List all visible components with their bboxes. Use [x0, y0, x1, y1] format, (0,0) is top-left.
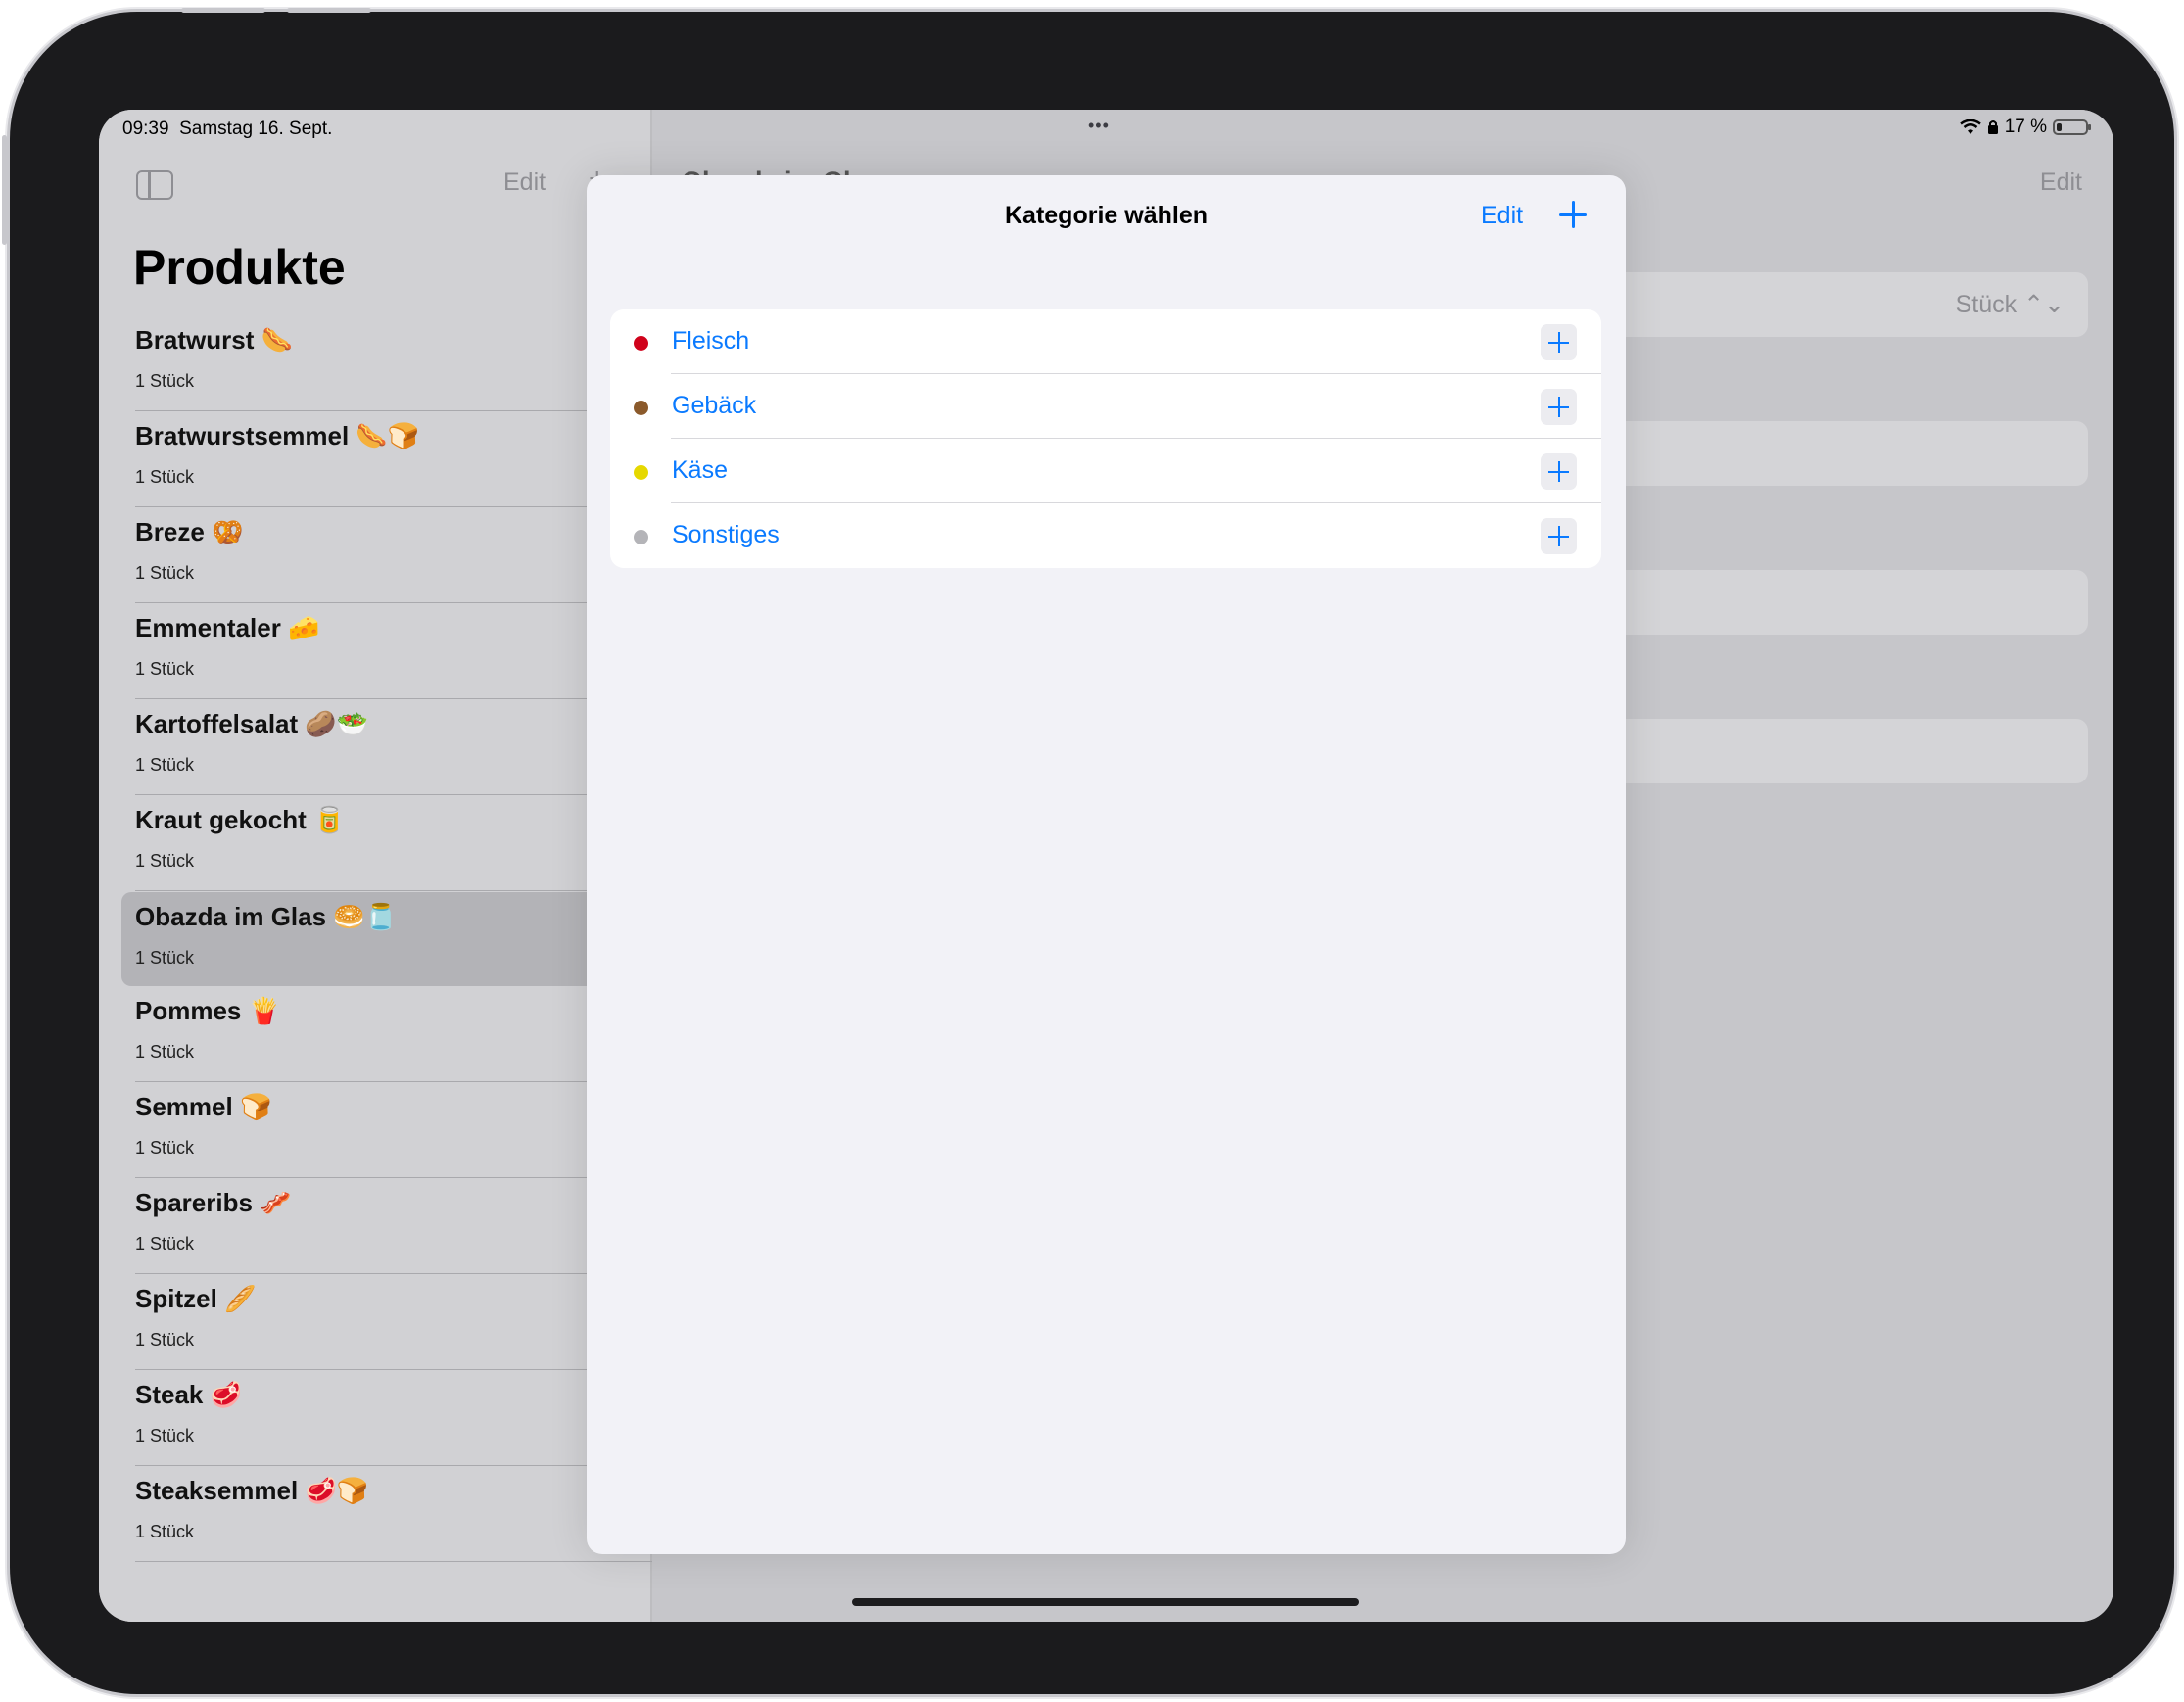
product-unit: 1 Stück [135, 1138, 195, 1158]
status-bar: 09:39 Samstag 16. Sept. ••• 17 % [99, 110, 2113, 149]
volume-down-button [287, 8, 371, 13]
ipad-device-frame: 09:39 Samstag 16. Sept. ••• 17 % Edit + … [10, 12, 2174, 1694]
status-date: Samstag 16. Sept. [179, 118, 333, 139]
battery-icon [2053, 119, 2091, 135]
product-unit: 1 Stück [135, 1042, 195, 1062]
category-row[interactable]: Sonstiges [610, 503, 1601, 568]
status-indicators: 17 % [1959, 117, 2091, 138]
product-name: Breze 🥨 [135, 517, 244, 546]
product-unit: 1 Stück [135, 755, 195, 775]
home-indicator[interactable] [852, 1598, 1359, 1606]
unit-picker-value: Stück ⌃⌄ [1955, 291, 2065, 318]
multitasking-dots-icon[interactable]: ••• [1088, 116, 1110, 136]
wifi-icon [1959, 119, 1981, 134]
product-name: Obazda im Glas 🥯🫙 [135, 902, 398, 931]
product-name: Semmel 🍞 [135, 1092, 272, 1121]
product-unit: 1 Stück [135, 371, 195, 391]
volume-up-button [181, 8, 265, 13]
category-label[interactable]: Sonstiges [672, 521, 780, 549]
screen: 09:39 Samstag 16. Sept. ••• 17 % Edit + … [99, 110, 2113, 1622]
category-label[interactable]: Gebäck [672, 392, 756, 420]
product-name: Bratwurst 🌭 [135, 325, 293, 355]
product-name: Kartoffelsalat 🥔🥗 [135, 709, 369, 738]
product-unit: 1 Stück [135, 467, 195, 487]
category-label[interactable]: Fleisch [672, 327, 749, 355]
product-name: Steaksemmel 🥩🍞 [135, 1476, 369, 1505]
category-color-dot [634, 401, 648, 415]
product-name: Spitzel 🥖 [135, 1284, 257, 1313]
product-name: Steak 🥩 [135, 1380, 242, 1409]
product-unit: 1 Stück [135, 1522, 195, 1541]
category-row[interactable]: Fleisch [610, 309, 1601, 374]
add-category-button[interactable] [1557, 199, 1589, 230]
category-row[interactable]: Käse [610, 439, 1601, 503]
product-unit: 1 Stück [135, 563, 195, 583]
add-subcategory-button[interactable] [1541, 453, 1577, 490]
category-row[interactable]: Gebäck [610, 374, 1601, 439]
page-title: Produkte [133, 240, 346, 295]
category-list: Fleisch Gebäck Käse Sonstiges [610, 309, 1601, 568]
product-name: Bratwurstsemmel 🌭🍞 [135, 421, 420, 450]
battery-percentage: 17 % [2004, 117, 2047, 137]
sidebar-toggle-icon[interactable] [136, 170, 173, 200]
product-name: Kraut gekocht 🥫 [135, 805, 346, 834]
product-unit: 1 Stück [135, 659, 195, 679]
product-unit: 1 Stück [135, 1426, 195, 1445]
sheet-edit-button[interactable]: Edit [1481, 202, 1523, 230]
product-unit: 1 Stück [135, 948, 195, 968]
product-unit: 1 Stück [135, 1234, 195, 1253]
category-color-dot [634, 530, 648, 544]
product-name: Spareribs 🥓 [135, 1188, 292, 1217]
status-time: 09:39 [122, 118, 169, 139]
product-unit: 1 Stück [135, 851, 195, 871]
top-button [2, 135, 7, 245]
category-color-dot [634, 336, 648, 351]
add-subcategory-button[interactable] [1541, 324, 1577, 360]
category-color-dot [634, 465, 648, 480]
add-subcategory-button[interactable] [1541, 518, 1577, 554]
add-subcategory-button[interactable] [1541, 389, 1577, 425]
category-picker-sheet: Kategorie wählen Edit Fleisch Gebäck Käse S… [587, 175, 1626, 1554]
product-name: Emmentaler 🧀 [135, 613, 320, 642]
product-unit: 1 Stück [135, 1330, 195, 1349]
product-sidebar: Edit + Produkte Bratwurst 🌭1 Stück1,5Bra… [99, 110, 670, 1622]
detail-edit-button[interactable]: Edit [2040, 168, 2082, 197]
sheet-title: Kategorie wählen [1005, 202, 1208, 229]
lock-rotation-icon [1987, 120, 1998, 134]
sidebar-edit-button[interactable]: Edit [503, 168, 546, 197]
product-name: Pommes 🍟 [135, 996, 280, 1025]
category-label[interactable]: Käse [672, 456, 728, 485]
